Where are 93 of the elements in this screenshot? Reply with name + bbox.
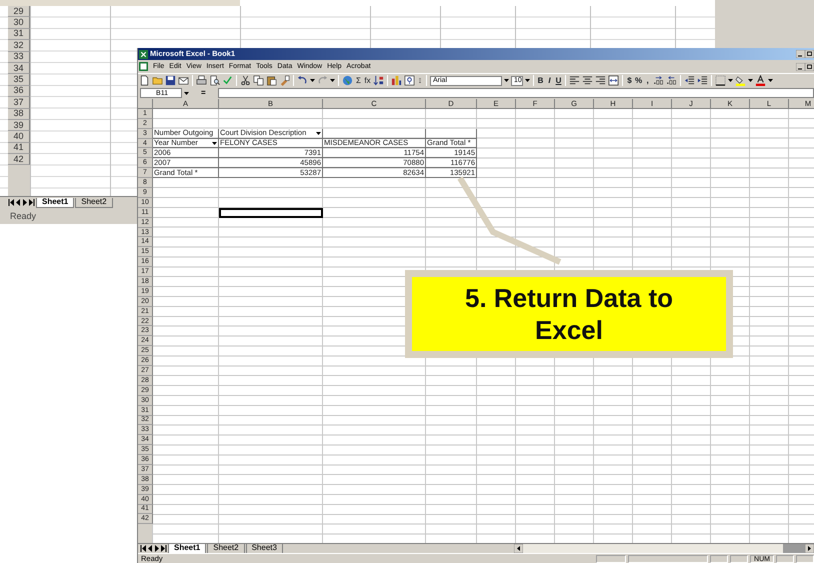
- row-number: 40: [8, 131, 30, 143]
- paintbrush-icon[interactable]: [279, 75, 290, 86]
- workbook-icon[interactable]: [139, 62, 148, 71]
- toolbar-button[interactable]: %: [635, 76, 642, 84]
- status-text: Ready: [10, 212, 36, 220]
- increase-indent-icon[interactable]: [697, 75, 708, 86]
- increase-decimal-icon[interactable]: [653, 75, 664, 86]
- row-number: 39: [8, 120, 30, 132]
- sheet-tab[interactable]: Sheet3: [246, 544, 283, 554]
- dropdown-arrow-icon[interactable]: [184, 92, 189, 94]
- scroll-right-icon[interactable]: [805, 544, 814, 553]
- globe-icon[interactable]: [342, 75, 353, 86]
- next-sheet-icon[interactable]: [22, 199, 28, 206]
- mail-icon[interactable]: [178, 75, 189, 86]
- selected-cell[interactable]: [219, 208, 323, 218]
- merge-cells-icon[interactable]: [608, 75, 619, 86]
- dropdown-arrow-icon[interactable]: [212, 142, 217, 144]
- dropdown-arrow-icon[interactable]: [525, 79, 530, 82]
- borders-icon[interactable]: [715, 75, 726, 86]
- decrease-indent-icon[interactable]: [684, 75, 696, 86]
- dropdown-arrow-icon[interactable]: [768, 79, 774, 82]
- equals-sign: =: [201, 89, 206, 97]
- minimize-button[interactable]: [796, 50, 805, 58]
- row-number: 30: [8, 17, 30, 29]
- font-color-icon[interactable]: [755, 75, 766, 86]
- decrease-decimal-icon[interactable]: [666, 75, 678, 86]
- toolbar-button[interactable]: I: [546, 76, 553, 84]
- dropdown-arrow-icon[interactable]: [748, 79, 754, 82]
- status-panel: [596, 554, 626, 562]
- status-panel: [796, 554, 814, 562]
- callout-text: 5. Return Data to Excel: [412, 277, 726, 351]
- previous-sheet-icon[interactable]: [15, 199, 21, 206]
- scroll-left-icon[interactable]: [514, 544, 523, 553]
- minimize-button[interactable]: [796, 62, 805, 70]
- row-number: 31: [8, 28, 30, 40]
- checkmark-icon[interactable]: [222, 75, 233, 86]
- row-number: 37: [8, 97, 30, 109]
- dropdown-arrow-icon[interactable]: [504, 79, 509, 82]
- align-right-icon[interactable]: [595, 75, 606, 86]
- row-number: 33: [8, 52, 30, 63]
- dropdown-arrow-icon[interactable]: [330, 79, 335, 82]
- sheet-tab[interactable]: Sheet1: [36, 198, 74, 208]
- help-icon[interactable]: [404, 75, 415, 86]
- toolbar-button[interactable]: $: [626, 76, 633, 84]
- sheet-tab[interactable]: Sheet2: [207, 544, 245, 554]
- dropdown-arrow-icon[interactable]: [310, 79, 315, 82]
- scroll-thumb[interactable]: [783, 544, 805, 553]
- toolbar-button[interactable]: U: [555, 76, 562, 84]
- row-number: 32: [8, 40, 30, 52]
- row-number: 38: [8, 108, 30, 120]
- last-sheet-icon[interactable]: [161, 545, 167, 552]
- new-document-icon[interactable]: [139, 75, 150, 86]
- fill-color-icon[interactable]: [735, 75, 746, 86]
- status-panel: [710, 554, 728, 562]
- row-number: 41: [8, 142, 30, 154]
- row-number: 29: [8, 6, 30, 18]
- status-panel: [730, 554, 748, 562]
- clipboard-icon[interactable]: [266, 75, 277, 86]
- select-all-corner[interactable]: [138, 99, 153, 109]
- last-sheet-icon[interactable]: [29, 199, 35, 206]
- toolbar-button[interactable]: ,: [644, 76, 652, 84]
- align-left-icon[interactable]: [569, 75, 580, 86]
- bar-chart-icon[interactable]: [391, 75, 402, 86]
- restore-button[interactable]: [805, 50, 814, 58]
- next-sheet-icon[interactable]: [154, 545, 160, 552]
- align-center-icon[interactable]: [582, 75, 593, 86]
- toolbar-button[interactable]: fx: [364, 76, 371, 84]
- copy-icon[interactable]: [253, 75, 264, 86]
- folder-icon[interactable]: [152, 75, 163, 86]
- dropdown-arrow-icon[interactable]: [728, 79, 734, 82]
- row-number: 36: [8, 86, 30, 98]
- print-preview-icon[interactable]: [209, 75, 220, 86]
- row-number: 35: [8, 74, 30, 86]
- toolbar-button[interactable]: Σ: [355, 76, 362, 84]
- scissors-icon[interactable]: [240, 75, 251, 86]
- row-number: 42: [8, 154, 30, 166]
- sheet-tab[interactable]: Sheet1: [168, 544, 206, 554]
- save-icon[interactable]: [165, 75, 176, 86]
- horizontal-scrollbar[interactable]: [514, 544, 814, 553]
- toolbar-button[interactable]: B: [537, 76, 544, 84]
- spreadsheet-icon: [139, 50, 148, 58]
- dropdown-arrow-icon[interactable]: [316, 132, 321, 135]
- printer-icon[interactable]: [196, 75, 207, 86]
- restore-button[interactable]: [805, 62, 814, 70]
- sort-icon[interactable]: [373, 75, 384, 86]
- first-sheet-icon[interactable]: [140, 545, 146, 552]
- formula-field[interactable]: [218, 88, 814, 98]
- undo-icon[interactable]: [297, 75, 308, 86]
- row-number: 34: [8, 62, 30, 74]
- first-sheet-icon[interactable]: [8, 199, 14, 206]
- previous-sheet-icon[interactable]: [147, 545, 153, 552]
- sheet-tab[interactable]: Sheet2: [75, 198, 113, 208]
- status-panel: [776, 554, 794, 562]
